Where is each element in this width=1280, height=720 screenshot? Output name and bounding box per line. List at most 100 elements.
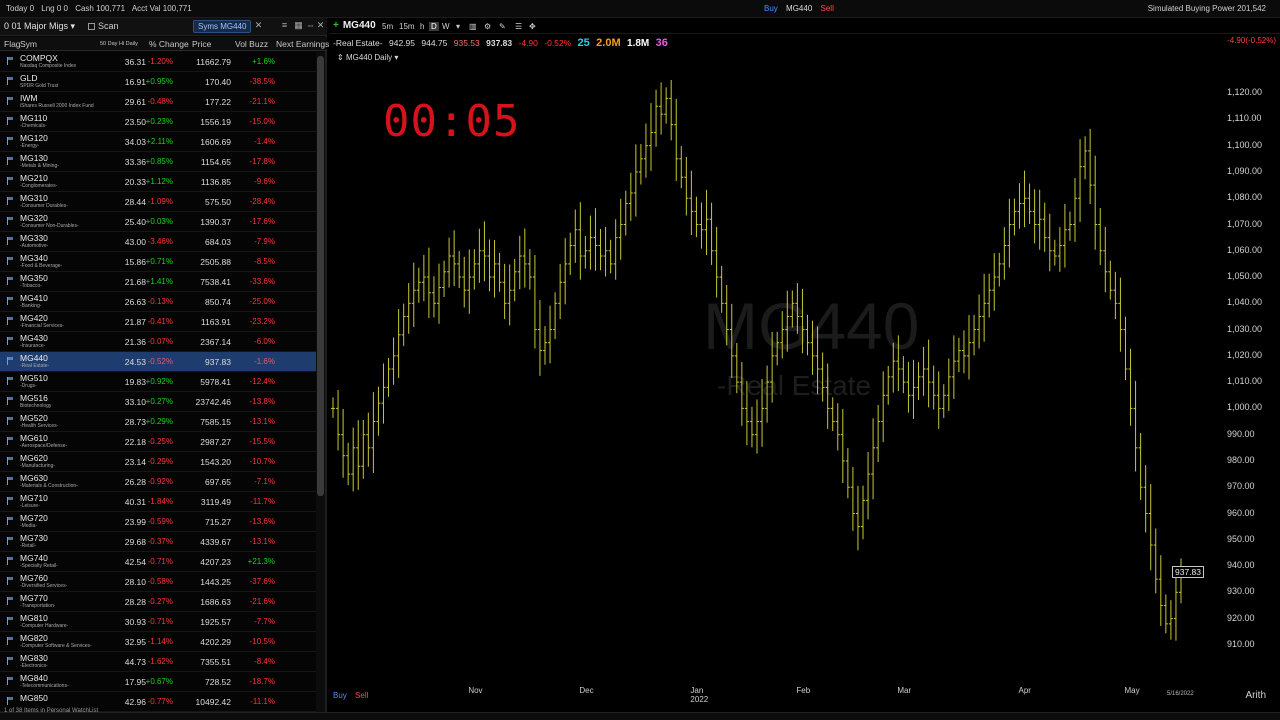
watchlist-row[interactable]: MG510 -Drugs- 19.83 +0.92% 5978.41 -12.4%: [0, 372, 316, 392]
watchlist-row[interactable]: COMPQX Nasdaq Composite Index 36.31 -1.20% 1…: [0, 52, 316, 72]
watchlist-row[interactable]: MG320 -Consumer Non-Durables- 25.40 +0.03% 1…: [0, 212, 316, 232]
flag-icon[interactable]: [7, 477, 13, 485]
chart-buy-button[interactable]: Buy: [333, 691, 347, 700]
flag-icon[interactable]: [7, 337, 13, 345]
watchlist-row[interactable]: MG620 -Manufacturing- 23.14 -0.29% 1543.20 -1…: [0, 452, 316, 472]
flag-icon[interactable]: [7, 677, 13, 685]
watchlist-scrollbar[interactable]: [316, 52, 325, 712]
chart-type-icon[interactable]: ▥: [469, 22, 477, 31]
watchlist-row[interactable]: MG840 -Telecommunications- 17.95 +0.67% 728.…: [0, 672, 316, 692]
watchlist-row[interactable]: MG820 -Computer Software & Services- 32.95…: [0, 632, 316, 652]
chart-symbol[interactable]: + MG440: [333, 20, 376, 31]
col-next-earnings[interactable]: Next Earnings: [276, 39, 329, 49]
flag-icon[interactable]: [7, 157, 13, 165]
chart-panel[interactable]: + MG440 5m 15m h D W ▾ ▥ ⚙ ✎ ☰ ✥ -Real Es…: [329, 18, 1280, 720]
watchlist-row[interactable]: MG730 -Retail- 29.68 -0.37% 4339.67 -13.1%: [0, 532, 316, 552]
close-syms-icon[interactable]: ✕: [253, 20, 264, 31]
flag-icon[interactable]: [7, 297, 13, 305]
watchlist-selector[interactable]: 0 01 Major Migs ▾: [4, 21, 75, 32]
watchlist-row[interactable]: MG420 -Financial Services- 21.87 -0.41% 1163…: [0, 312, 316, 332]
flag-icon[interactable]: [7, 557, 13, 565]
watchlist-row[interactable]: MG330 -Automotive- 43.00 -3.46% 684.03 -7.9%: [0, 232, 316, 252]
flag-icon[interactable]: [7, 77, 13, 85]
flag-icon[interactable]: [7, 697, 13, 705]
chart-settings-icon[interactable]: ⚙: [484, 22, 491, 31]
tf-daily[interactable]: D: [429, 22, 439, 31]
flag-icon[interactable]: [7, 117, 13, 125]
flag-icon[interactable]: [7, 357, 13, 365]
col-rs[interactable]: 50 Day Hi Daily: [100, 41, 138, 47]
flag-icon[interactable]: [7, 457, 13, 465]
tf-15m[interactable]: 15m: [399, 22, 415, 31]
flag-icon[interactable]: [7, 537, 13, 545]
watchlist-row[interactable]: MG130 -Metals & Mining- 33.36 +0.85% 1154.65…: [0, 152, 316, 172]
syms-button[interactable]: Syms MG440: [193, 20, 252, 33]
col-sym[interactable]: Sym: [20, 39, 37, 49]
flag-icon[interactable]: [7, 637, 13, 645]
watchlist-row[interactable]: MG520 -Health Services- 28.73 +0.29% 7585.15…: [0, 412, 316, 432]
interval-selector[interactable]: ⇕ MG440 Daily ▾: [337, 53, 398, 62]
flag-icon[interactable]: [7, 217, 13, 225]
flag-icon[interactable]: [7, 517, 13, 525]
flag-icon[interactable]: [7, 257, 13, 265]
menu-icon[interactable]: ≡: [279, 20, 290, 31]
watchlist-row[interactable]: MG340 -Food & Beverage- 15.86 +0.71% 2505.88…: [0, 252, 316, 272]
watchlist-row[interactable]: MG350 -Tobacco- 21.68 +1.41% 7538.41 -33.6%: [0, 272, 316, 292]
scan-toggle[interactable]: Scan: [88, 21, 119, 31]
flag-icon[interactable]: [7, 377, 13, 385]
chevron-down-icon[interactable]: ▾: [456, 22, 460, 31]
watchlist-row[interactable]: MG430 -Insurance- 21.36 -0.07% 2367.14 -6.0%: [0, 332, 316, 352]
watchlist-row[interactable]: MG770 -Transportation- 28.28 -0.27% 1686.63 -…: [0, 592, 316, 612]
indicator-icon[interactable]: ☰: [515, 22, 522, 31]
watchlist-row[interactable]: MG710 -Leisure- 40.31 -1.84% 3119.49 -11.7%: [0, 492, 316, 512]
flag-icon[interactable]: [7, 97, 13, 105]
layout-icon[interactable]: ▦: [293, 20, 304, 31]
watchlist-row[interactable]: MG120 -Energy- 34.03 +2.11% 1606.69 -1.4%: [0, 132, 316, 152]
flag-icon[interactable]: [7, 497, 13, 505]
flag-icon[interactable]: [7, 657, 13, 665]
watchlist-row[interactable]: MG810 -Computer Hardware- 30.93 -0.71% 1925.…: [0, 612, 316, 632]
watchlist-row[interactable]: MG760 -Diversified Services- 28.10 -0.58% 14…: [0, 572, 316, 592]
flag-icon[interactable]: [7, 577, 13, 585]
close-panel-icon[interactable]: ✕: [315, 20, 326, 31]
scan-checkbox[interactable]: [88, 23, 95, 30]
quick-sell-button[interactable]: Sell: [821, 4, 834, 13]
watchlist-row[interactable]: MG740 -Specialty Retail- 42.54 -0.71% 4207.2…: [0, 552, 316, 572]
watchlist-row[interactable]: MG210 -Conglomerates- 20.33 +1.12% 1136.85 -9…: [0, 172, 316, 192]
watchlist-row[interactable]: MG720 -Media- 23.99 -0.59% 715.27 -13.6%: [0, 512, 316, 532]
add-icon[interactable]: +: [333, 20, 339, 31]
flag-icon[interactable]: [7, 277, 13, 285]
watchlist-row[interactable]: IWM iShares Russell 2000 Index Fund 29.61-…: [0, 92, 316, 112]
watchlist-row[interactable]: MG610 -Aerospace/Defense- 22.18 -0.25% 2987.…: [0, 432, 316, 452]
flag-icon[interactable]: [7, 237, 13, 245]
watchlist-row[interactable]: MG630 -Materials & Construction- 26.28 -0.9…: [0, 472, 316, 492]
flag-icon[interactable]: [7, 317, 13, 325]
tf-5m[interactable]: 5m: [382, 22, 393, 31]
flag-icon[interactable]: [7, 417, 13, 425]
watchlist-row[interactable]: MG440 -Real Estate- 24.53 -0.52% 937.83 -1.6%: [0, 352, 316, 372]
col-change[interactable]: % Change: [149, 39, 189, 49]
flag-icon[interactable]: [7, 57, 13, 65]
price-plot[interactable]: [329, 63, 1280, 703]
tf-hour[interactable]: h: [420, 22, 424, 31]
tf-weekly[interactable]: W: [442, 22, 450, 31]
scale-mode[interactable]: Arith: [1245, 690, 1266, 701]
watchlist-row[interactable]: MG410 -Banking- 26.63 -0.13% 850.74 -25.0%: [0, 292, 316, 312]
flag-icon[interactable]: [7, 397, 13, 405]
col-vol-buzz[interactable]: Vol Buzz: [235, 39, 268, 49]
col-price[interactable]: Price: [192, 39, 211, 49]
flag-icon[interactable]: [7, 197, 13, 205]
watchlist-row[interactable]: MG310 -Consumer Durables- 28.44 -1.09% 575.5…: [0, 192, 316, 212]
flag-icon[interactable]: [7, 137, 13, 145]
watchlist-row[interactable]: GLD SPDR Gold Trust 16.91 +0.95% 170.40 -38.5…: [0, 72, 316, 92]
scrollbar-thumb[interactable]: [317, 56, 324, 496]
col-flag[interactable]: Flag: [4, 39, 21, 49]
crosshair-icon[interactable]: ✥: [529, 22, 536, 31]
bottom-tab-strip[interactable]: [0, 712, 1280, 720]
watchlist-row[interactable]: MG516 Biotechnology 33.10 +0.27% 23742.46 -13…: [0, 392, 316, 412]
flag-icon[interactable]: [7, 597, 13, 605]
quick-buy-button[interactable]: Buy: [764, 4, 778, 13]
flag-icon[interactable]: [7, 617, 13, 625]
draw-icon[interactable]: ✎: [499, 22, 506, 31]
flag-icon[interactable]: [7, 437, 13, 445]
